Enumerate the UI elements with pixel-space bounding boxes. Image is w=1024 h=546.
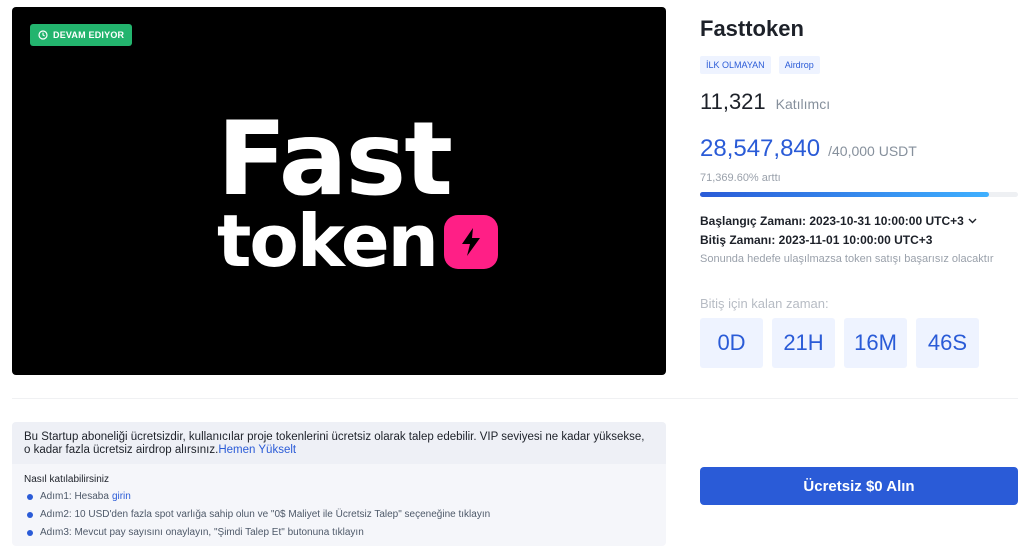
project-banner: DEVAM EDIYOR Fast token bbox=[12, 7, 666, 375]
participants: 11,321 Katılımcı bbox=[700, 89, 830, 115]
bullet-icon bbox=[27, 494, 33, 500]
countdown-minutes: 16M bbox=[844, 318, 907, 368]
progress-bar bbox=[700, 192, 1018, 197]
section-divider bbox=[12, 398, 1018, 399]
steps-list: Adım1: Hesaba girin Adım2: 10 USD'den faz… bbox=[24, 488, 654, 542]
how-to-title: Nasıl katılabilirsiniz bbox=[24, 474, 110, 485]
clock-icon bbox=[38, 30, 48, 40]
lightning-icon bbox=[444, 215, 498, 269]
info-panel: Bu Startup aboneliği ücretsizdir, kullan… bbox=[12, 422, 666, 546]
bullet-icon bbox=[27, 530, 33, 536]
status-text: DEVAM EDIYOR bbox=[53, 30, 125, 40]
claim-free-button[interactable]: Ücretsiz $0 Alın bbox=[700, 467, 1018, 505]
remaining-label: Bitiş için kalan zaman: bbox=[700, 296, 829, 311]
bullet-icon bbox=[27, 512, 33, 518]
progress-fill bbox=[700, 192, 990, 197]
participants-count: 11,321 bbox=[700, 89, 766, 114]
tag-list: İLK OLMAYAN Airdrop bbox=[700, 56, 820, 74]
countdown-days: 0D bbox=[700, 318, 763, 368]
upgrade-link[interactable]: Hemen Yükselt bbox=[218, 444, 296, 456]
step2-text: Adım2: 10 USD'den fazla spot varlığa sah… bbox=[40, 509, 491, 520]
failure-note: Sonunda hedefe ulaşılmazsa token satışı … bbox=[700, 253, 994, 265]
start-time[interactable]: Başlangıç Zamanı: 2023-10-31 10:00:00 UT… bbox=[700, 214, 977, 228]
countdown: 0D 21H 16M 46S bbox=[700, 318, 979, 368]
raised-value: 28,547,840 bbox=[700, 135, 821, 162]
project-title: Fasttoken bbox=[700, 16, 804, 41]
step1-text: Adım1: Hesaba bbox=[40, 491, 109, 502]
logo-text-line2: token bbox=[217, 199, 439, 283]
start-time-text: Başlangıç Zamanı: 2023-10-31 10:00:00 UT… bbox=[700, 214, 964, 228]
progress-text: 71,369.60% arttı bbox=[700, 172, 781, 184]
countdown-hours: 21H bbox=[772, 318, 835, 368]
login-link[interactable]: girin bbox=[112, 488, 131, 506]
chevron-down-icon[interactable] bbox=[968, 218, 977, 224]
info-text: Bu Startup aboneliği ücretsizdir, kullan… bbox=[24, 431, 645, 456]
tag-airdrop: Airdrop bbox=[778, 56, 820, 74]
step3-text: Adım3: Mevcut pay sayısını onaylayın, "Ş… bbox=[40, 527, 364, 538]
status-badge: DEVAM EDIYOR bbox=[30, 24, 133, 46]
participants-label: Katılımcı bbox=[775, 96, 831, 112]
logo-text-line1: Fast bbox=[217, 100, 453, 219]
tag-not-first: İLK OLMAYAN bbox=[700, 56, 771, 74]
list-item: Adım3: Mevcut pay sayısını onaylayın, "Ş… bbox=[24, 524, 654, 542]
goal-value: /40,000 USDT bbox=[828, 143, 917, 159]
countdown-seconds: 46S bbox=[916, 318, 979, 368]
raised-amount: 28,547,840 /40,000 USDT bbox=[700, 135, 917, 163]
list-item: Adım2: 10 USD'den fazla spot varlığa sah… bbox=[24, 506, 654, 524]
list-item: Adım1: Hesaba girin bbox=[24, 488, 654, 506]
end-time: Bitiş Zamanı: 2023-11-01 10:00:00 UTC+3 bbox=[700, 233, 933, 247]
info-description: Bu Startup aboneliği ücretsizdir, kullan… bbox=[12, 422, 666, 464]
